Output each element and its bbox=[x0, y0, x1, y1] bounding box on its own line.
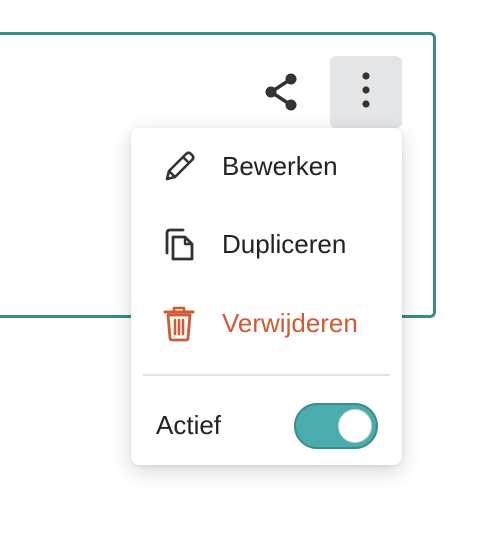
share-button[interactable] bbox=[258, 70, 306, 118]
menu-item-duplicate[interactable]: Dupliceren bbox=[131, 214, 402, 274]
active-toggle[interactable] bbox=[294, 403, 378, 449]
stage: Bewerken Dupliceren Verwijderen Actief bbox=[0, 0, 496, 550]
toggle-knob bbox=[338, 409, 372, 443]
menu-item-delete[interactable]: Verwijderen bbox=[131, 293, 402, 353]
active-label: Actief bbox=[156, 410, 222, 440]
share-icon bbox=[261, 71, 303, 118]
copy-icon bbox=[157, 222, 201, 266]
context-menu: Bewerken Dupliceren Verwijderen Actief bbox=[131, 128, 402, 465]
menu-item-duplicate-label: Dupliceren bbox=[222, 228, 347, 259]
more-options-button[interactable] bbox=[330, 56, 402, 128]
pencil-icon bbox=[157, 144, 201, 188]
vertical-ellipsis-icon bbox=[361, 70, 371, 115]
menu-divider bbox=[143, 374, 390, 376]
menu-item-edit[interactable]: Bewerken bbox=[131, 136, 402, 196]
menu-item-edit-label: Bewerken bbox=[222, 150, 338, 181]
active-setting-row: Actief bbox=[131, 398, 402, 454]
trash-icon bbox=[157, 301, 201, 345]
menu-item-delete-label: Verwijderen bbox=[222, 307, 358, 338]
